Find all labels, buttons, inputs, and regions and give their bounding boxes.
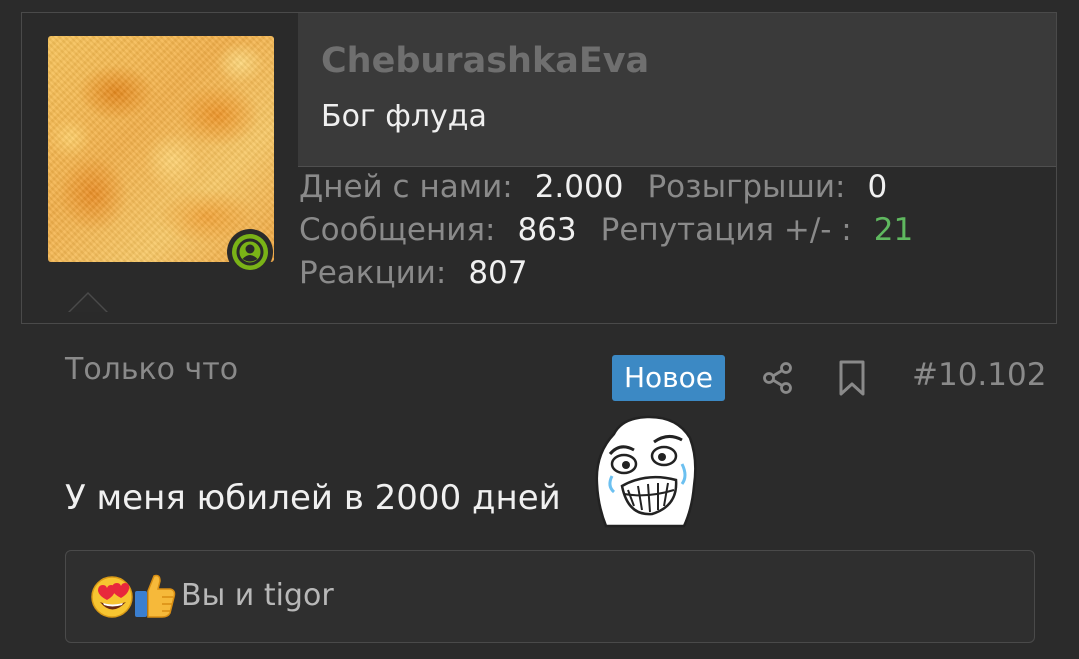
messages-label: Сообщения:: [299, 212, 496, 248]
reactions-summary[interactable]: Вы и tigor: [181, 578, 334, 613]
reactions-value: 807: [468, 255, 528, 291]
online-status-badge: [227, 229, 273, 275]
post-timestamp[interactable]: Только что: [65, 352, 238, 387]
days-value: 2.000: [534, 169, 624, 205]
user-title: Бог флуда: [321, 99, 487, 134]
forum-post: CheburashkaEva Бог флуда Дней с нами: 2.0…: [0, 0, 1079, 659]
share-icon[interactable]: [760, 360, 796, 396]
giveaways-label: Розыгрыши:: [647, 169, 846, 205]
avatar[interactable]: [48, 36, 274, 262]
card-pointer-fill: [70, 294, 106, 312]
days-label: Дней с нами:: [299, 169, 513, 205]
stats-row-1: Дней с нами: 2.000 Розыгрыши: 0: [299, 166, 913, 209]
rage-face-image: [592, 414, 698, 528]
heart-eyes-emoji-icon: [90, 575, 134, 619]
bookmark-icon[interactable]: [837, 359, 867, 397]
post-body-text: У меня юбилей в 2000 дней: [65, 478, 561, 518]
messages-value: 863: [517, 212, 577, 248]
reputation-value: 21: [873, 212, 914, 248]
post-number[interactable]: #10.102: [912, 357, 1046, 393]
reactions-label: Реакции:: [299, 255, 447, 291]
new-badge: Новое: [612, 355, 725, 401]
user-online-icon: [232, 234, 268, 270]
thumbs-up-emoji-icon: [132, 571, 176, 619]
giveaways-value: 0: [867, 169, 888, 205]
username[interactable]: CheburashkaEva: [321, 41, 649, 81]
avatar-texture: [48, 36, 274, 262]
reputation-label: Репутация +/- :: [600, 212, 852, 248]
user-stats: Дней с нами: 2.000 Розыгрыши: 0 Сообщения: 8…: [299, 166, 913, 295]
stats-row-3: Реакции: 807: [299, 252, 913, 295]
reactions-bar[interactable]: Вы и tigor: [65, 550, 1035, 643]
avatar-column: [22, 13, 298, 323]
stats-row-2: Сообщения: 863 Репутация +/- : 21: [299, 209, 913, 252]
user-header-panel: CheburashkaEva Бог флуда: [298, 13, 1056, 167]
